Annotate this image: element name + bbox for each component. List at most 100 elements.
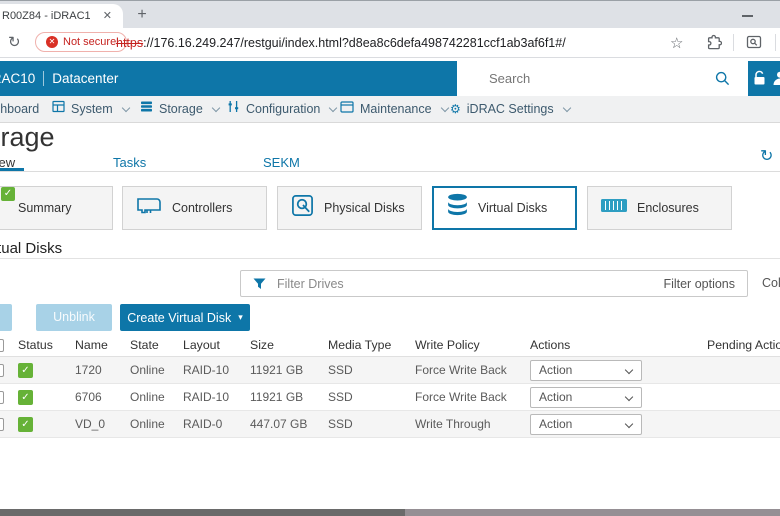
tab-close-icon[interactable]: ✕ [103, 9, 112, 23]
security-chip[interactable]: ✕ Not secure [35, 32, 128, 52]
card-label: Summary [18, 201, 72, 215]
row-checkbox[interactable] [0, 390, 4, 404]
unblink-button[interactable]: Unblink [36, 304, 112, 331]
card-controllers[interactable]: Controllers [122, 186, 267, 230]
extensions-icon[interactable] [706, 34, 723, 55]
reload-icon[interactable]: ↻ [8, 33, 21, 51]
nav-label: Maintenance [360, 102, 432, 116]
col-media-type: Media Type [328, 338, 392, 352]
chevron-down-icon [624, 419, 634, 428]
nav-item-dashboard[interactable]: Dashboard [0, 96, 39, 122]
status-ok-badge: ✓ [1, 187, 15, 201]
refresh-icon[interactable]: ↻ [760, 146, 773, 165]
user-icon[interactable] [772, 70, 780, 91]
controllers-icon [136, 196, 162, 221]
page-title: Storage [0, 122, 55, 152]
cell-media: SSD [328, 363, 353, 377]
row-checkbox[interactable] [0, 417, 4, 431]
gear-icon: ⚙ [450, 102, 461, 116]
screen: R00Z84 - iDRAC10 - Sto ✕ + ↻ ✕ Not secur… [0, 0, 780, 516]
security-label: Not secure [63, 36, 117, 48]
browser-tab[interactable]: R00Z84 - iDRAC10 - Sto ✕ [0, 4, 123, 29]
create-virtual-disk-label: Create Virtual Disk [127, 310, 232, 325]
cell-size: 11921 GB [250, 363, 304, 377]
table-row[interactable]: ✓ VD_0 Online RAID-0 447.07 GB SSD Write… [0, 411, 780, 438]
search-icon[interactable] [715, 71, 730, 86]
nav-label: Dashboard [0, 102, 40, 116]
physical-disks-icon [291, 194, 314, 222]
columns-button[interactable]: Columns [762, 270, 780, 297]
cell-media: SSD [328, 390, 353, 404]
search-input[interactable] [487, 70, 697, 87]
cell-write-policy: Force Write Back [415, 390, 507, 404]
storage-icon [140, 100, 153, 118]
maintenance-icon [340, 100, 354, 118]
card-physical-disks[interactable]: Physical Disks [277, 186, 422, 230]
nav-item-configuration[interactable]: Configuration [227, 96, 338, 122]
status-ok-icon: ✓ [18, 362, 33, 378]
select-all-checkbox[interactable] [0, 338, 4, 352]
cell-state: Online [130, 363, 165, 377]
url-rest: ://176.16.249.247/restgui/index.html?d8e… [143, 36, 566, 50]
blink-button[interactable]: Blink [0, 304, 12, 331]
nav-item-maintenance[interactable]: Maintenance [340, 96, 449, 122]
section-title: Virtual Disks [0, 240, 63, 257]
cell-layout: RAID-10 [183, 390, 230, 404]
card-enclosures[interactable]: Enclosures [587, 186, 732, 230]
cell-media: SSD [328, 417, 353, 431]
filter-options-button[interactable]: Filter options [663, 277, 735, 291]
col-actions: Actions [530, 338, 571, 352]
minimize-button[interactable] [742, 15, 753, 17]
bottom-taskbar-right [405, 509, 780, 516]
card-summary[interactable]: Summary [0, 186, 113, 230]
nav-item-storage[interactable]: Storage [140, 96, 221, 122]
browser-toolbar: ↻ ✕ Not secure https://176.16.249.247/re… [0, 28, 780, 58]
virtual-disks-icon [447, 193, 468, 223]
brand-divider [43, 71, 45, 86]
chevron-down-icon [562, 103, 571, 112]
filter-bar: Filter options [240, 270, 748, 297]
section-divider [0, 258, 780, 259]
col-status: Status [18, 338, 53, 352]
address-url[interactable]: https://176.16.249.247/restgui/index.htm… [116, 36, 566, 50]
card-virtual-disks[interactable]: Virtual Disks [432, 186, 577, 230]
chevron-down-icon [624, 365, 634, 374]
brand-product: iDRAC10 [0, 71, 36, 86]
card-label: Enclosures [637, 201, 699, 215]
new-tab-button[interactable]: + [132, 3, 152, 27]
cell-name: 6706 [75, 390, 102, 404]
browser-tabstrip: R00Z84 - iDRAC10 - Sto ✕ + [0, 0, 780, 29]
filter-input[interactable] [275, 275, 575, 292]
action-select-value: Action [539, 363, 573, 377]
chevron-down-icon [211, 103, 221, 112]
enclosures-icon [601, 199, 627, 217]
system-icon [52, 100, 65, 118]
card-label: Virtual Disks [478, 201, 548, 215]
tab-title: R00Z84 - iDRAC10 - Sto [2, 10, 90, 22]
table-row[interactable]: ✓ 1720 Online RAID-10 11921 GB SSD Force… [0, 357, 780, 384]
col-size: Size [250, 338, 274, 352]
nav-item-system[interactable]: System [52, 96, 130, 122]
unlock-icon[interactable] [752, 70, 767, 91]
row-checkbox[interactable] [0, 363, 4, 377]
col-layout: Layout [183, 338, 220, 352]
cell-name: VD_0 [75, 417, 106, 431]
tab-sekm[interactable]: SEKM [263, 155, 300, 170]
action-select[interactable]: Action [530, 359, 642, 381]
col-pending-actions: Pending Actions [707, 338, 780, 352]
chevron-down-icon [329, 103, 338, 112]
cell-name: 1720 [75, 363, 102, 377]
table-row[interactable]: ✓ 6706 Online RAID-10 11921 GB SSD Force… [0, 384, 780, 411]
action-select[interactable]: Action [530, 386, 642, 408]
nav-label: iDRAC Settings [466, 102, 554, 116]
create-virtual-disk-button[interactable]: Create Virtual Disk ▾ [120, 304, 250, 331]
tab-tasks[interactable]: Tasks [113, 155, 146, 170]
nav-item-idrac-settings[interactable]: ⚙ iDRAC Settings [450, 96, 571, 122]
brand-edition: Datacenter [52, 71, 119, 86]
side-panel-icon[interactable] [746, 34, 762, 55]
bottom-taskbar-left [0, 509, 405, 516]
action-select-value: Action [539, 390, 573, 404]
action-select[interactable]: Action [530, 413, 642, 435]
bookmark-star-icon[interactable]: ☆ [670, 34, 683, 52]
toolbar-divider [733, 34, 734, 51]
